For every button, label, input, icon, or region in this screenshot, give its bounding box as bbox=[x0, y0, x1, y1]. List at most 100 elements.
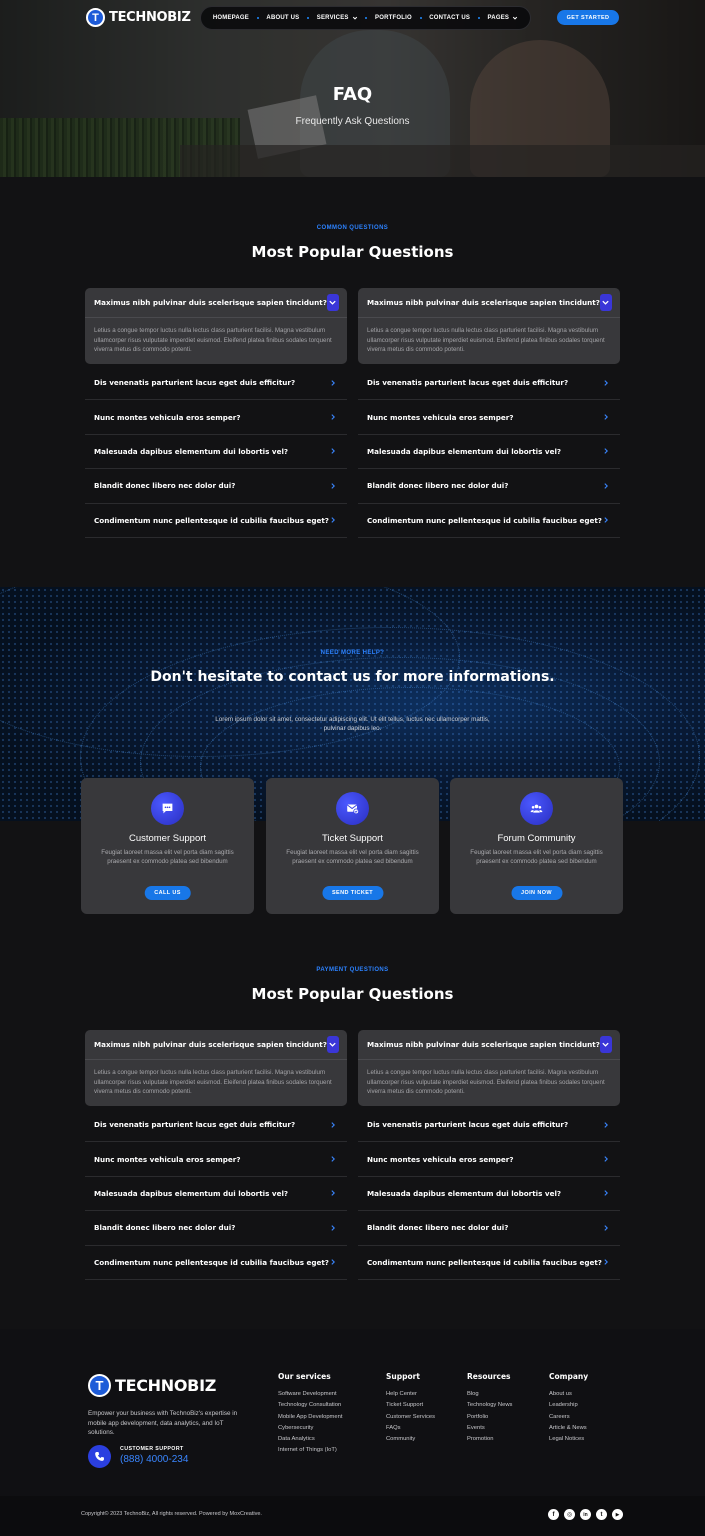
chevron-right-icon bbox=[331, 448, 335, 455]
faq-item[interactable]: Nunc montes vehicula eros semper? bbox=[85, 400, 347, 435]
section-eyebrow: COMMON QUESTIONS bbox=[316, 225, 389, 231]
chevron-right-icon bbox=[604, 1225, 608, 1231]
faq-item[interactable]: Malesuada dapibus elementum dui lobortis… bbox=[85, 1177, 347, 1212]
chevron-right-icon bbox=[604, 1121, 608, 1128]
nav-portfolio[interactable]: PORTFOLIO bbox=[375, 15, 412, 21]
card-title: Forum Community bbox=[497, 833, 576, 844]
footer-link[interactable]: FAQs bbox=[386, 1423, 435, 1434]
faq-question[interactable]: Maximus nibh pulvinar duis scelerisque s… bbox=[358, 288, 620, 318]
card-title: Customer Support bbox=[128, 833, 207, 844]
card-text: Feugiat laoreet massa elit vel porta dia… bbox=[470, 849, 603, 865]
footer-link[interactable]: Software Development bbox=[278, 1389, 342, 1400]
faq-item[interactable]: Dis venenatis parturient lacus eget duis… bbox=[85, 1108, 347, 1143]
send-ticket-button[interactable]: SEND TICKET bbox=[321, 886, 384, 900]
faq-item[interactable]: Condimentum nunc pellentesque id cubilia… bbox=[85, 504, 347, 538]
linkedin-icon[interactable]: in bbox=[580, 1509, 591, 1520]
faq-item[interactable]: Dis venenatis parturient lacus eget duis… bbox=[358, 366, 620, 401]
faq-item[interactable]: Nunc montes vehicula eros semper? bbox=[85, 1142, 347, 1177]
card-text: Feugiat laoreet massa elit vel porta dia… bbox=[286, 849, 419, 865]
support-phone[interactable]: (888) 4000-234 bbox=[120, 1454, 188, 1465]
faq-question[interactable]: Maximus nibh pulvinar duis scelerisque s… bbox=[358, 1030, 620, 1060]
instagram-icon[interactable]: ◎ bbox=[564, 1509, 575, 1520]
brand-logo[interactable]: T TECHNOBIZ bbox=[86, 8, 191, 27]
join-now-button[interactable]: JOIN NOW bbox=[510, 886, 563, 900]
faq-item[interactable]: Blandit donec libero nec dolor dui? bbox=[358, 1211, 620, 1246]
chevron-down-icon[interactable] bbox=[326, 294, 339, 311]
nav-homepage[interactable]: HOMEPAGE bbox=[213, 15, 249, 21]
footer-column-title: Support bbox=[386, 1372, 420, 1381]
footer-link[interactable]: Technology News bbox=[467, 1400, 512, 1411]
faq-column: Maximus nibh pulvinar duis scelerisque s… bbox=[358, 288, 620, 538]
faq-item[interactable]: Malesuada dapibus elementum dui lobortis… bbox=[358, 1177, 620, 1212]
twitter-icon[interactable]: t bbox=[596, 1509, 607, 1520]
faq-item[interactable]: Dis venenatis parturient lacus eget duis… bbox=[85, 366, 347, 401]
faq-question[interactable]: Maximus nibh pulvinar duis scelerisque s… bbox=[85, 1030, 347, 1060]
chevron-down-icon[interactable] bbox=[599, 294, 612, 311]
faq-item[interactable]: Condimentum nunc pellentesque id cubilia… bbox=[358, 504, 620, 538]
youtube-icon[interactable]: ▶ bbox=[612, 1509, 623, 1520]
footer-link[interactable]: Technology Consultation bbox=[278, 1400, 342, 1411]
faq-column: Maximus nibh pulvinar duis scelerisque s… bbox=[358, 1030, 620, 1280]
get-started-button[interactable]: GET STARTED bbox=[557, 10, 619, 25]
section-eyebrow: PAYMENT QUESTIONS bbox=[316, 967, 389, 973]
faq-item[interactable]: Dis venenatis parturient lacus eget duis… bbox=[358, 1108, 620, 1143]
section-title: Most Popular Questions bbox=[251, 985, 454, 1003]
faq-item-open: Maximus nibh pulvinar duis scelerisque s… bbox=[85, 288, 347, 364]
footer-link[interactable]: Cybersecurity bbox=[278, 1423, 342, 1434]
nav-contact-us[interactable]: CONTACT US bbox=[429, 15, 470, 21]
faq-answer: Letius a congue tempor luctus nulla lect… bbox=[367, 1069, 605, 1096]
logo-icon: T bbox=[86, 8, 105, 27]
faq-question[interactable]: Maximus nibh pulvinar duis scelerisque s… bbox=[85, 288, 347, 318]
footer-column-services: Our services Software Development Techno… bbox=[278, 1372, 342, 1457]
faq-item[interactable]: Nunc montes vehicula eros semper? bbox=[358, 1142, 620, 1177]
footer-logo[interactable]: T TECHNOBIZ bbox=[88, 1374, 216, 1397]
footer-link[interactable]: Help Center bbox=[386, 1389, 435, 1400]
footer-link[interactable]: Legal Notices bbox=[549, 1434, 588, 1445]
faq-answer: Letius a congue tempor luctus nulla lect… bbox=[94, 327, 332, 354]
faq-item[interactable]: Malesuada dapibus elementum dui lobortis… bbox=[85, 435, 347, 470]
faq-item[interactable]: Condimentum nunc pellentesque id cubilia… bbox=[358, 1246, 620, 1280]
footer-link[interactable]: Events bbox=[467, 1423, 512, 1434]
chevron-down-icon[interactable] bbox=[599, 1036, 612, 1053]
footer-link[interactable]: Leadership bbox=[549, 1400, 588, 1411]
nav-services[interactable]: SERVICES bbox=[317, 15, 358, 21]
facebook-icon[interactable]: f bbox=[548, 1509, 559, 1520]
footer-link[interactable]: Promotion bbox=[467, 1434, 512, 1445]
logo-icon: T bbox=[88, 1374, 111, 1397]
faq-item[interactable]: Blandit donec libero nec dolor dui? bbox=[85, 469, 347, 504]
faq-item[interactable]: Blandit donec libero nec dolor dui? bbox=[85, 1211, 347, 1246]
footer-link[interactable]: About us bbox=[549, 1389, 588, 1400]
faq-item[interactable]: Nunc montes vehicula eros semper? bbox=[358, 400, 620, 435]
faq-item[interactable]: Malesuada dapibus elementum dui lobortis… bbox=[358, 435, 620, 470]
footer-link[interactable]: Portfolio bbox=[467, 1412, 512, 1423]
phone-icon[interactable] bbox=[88, 1445, 111, 1468]
chevron-down-icon bbox=[512, 16, 518, 20]
chevron-right-icon bbox=[331, 379, 335, 386]
footer-link[interactable]: Article & News bbox=[549, 1423, 588, 1434]
ticket-mail-icon bbox=[336, 792, 369, 825]
chevron-right-icon bbox=[331, 414, 335, 420]
faq-item[interactable]: Condimentum nunc pellentesque id cubilia… bbox=[85, 1246, 347, 1280]
faq-item[interactable]: Blandit donec libero nec dolor dui? bbox=[358, 469, 620, 504]
footer-link[interactable]: Blog bbox=[467, 1389, 512, 1400]
footer-column-company: Company About us Leadership Careers Arti… bbox=[549, 1372, 588, 1445]
footer-link[interactable]: Community bbox=[386, 1434, 435, 1445]
footer-link[interactable]: Mobile App Development bbox=[278, 1412, 342, 1423]
footer-link[interactable]: Internet of Things (IoT) bbox=[278, 1445, 342, 1456]
footer-column-support: Support Help Center Ticket Support Custo… bbox=[386, 1372, 435, 1445]
copyright-text: Copyright© 2023 TechnoBiz, All rights re… bbox=[81, 1511, 262, 1517]
chevron-right-icon bbox=[604, 483, 608, 489]
footer-link[interactable]: Data Analytics bbox=[278, 1434, 342, 1445]
footer-link[interactable]: Ticket Support bbox=[386, 1400, 435, 1411]
brand-name: TECHNOBIZ bbox=[109, 10, 191, 25]
section-title: Most Popular Questions bbox=[251, 243, 454, 261]
nav-about-us[interactable]: ABOUT US bbox=[266, 15, 299, 21]
footer-link[interactable]: Careers bbox=[549, 1412, 588, 1423]
chevron-down-icon[interactable] bbox=[326, 1036, 339, 1053]
footer-link[interactable]: Customer Services bbox=[386, 1412, 435, 1423]
chevron-right-icon bbox=[331, 517, 335, 524]
card-text: Feugiat laoreet massa elit vel porta dia… bbox=[101, 849, 234, 865]
call-us-button[interactable]: CALL US bbox=[144, 886, 191, 900]
chevron-right-icon bbox=[604, 517, 608, 524]
nav-pages[interactable]: PAGES bbox=[488, 15, 519, 21]
